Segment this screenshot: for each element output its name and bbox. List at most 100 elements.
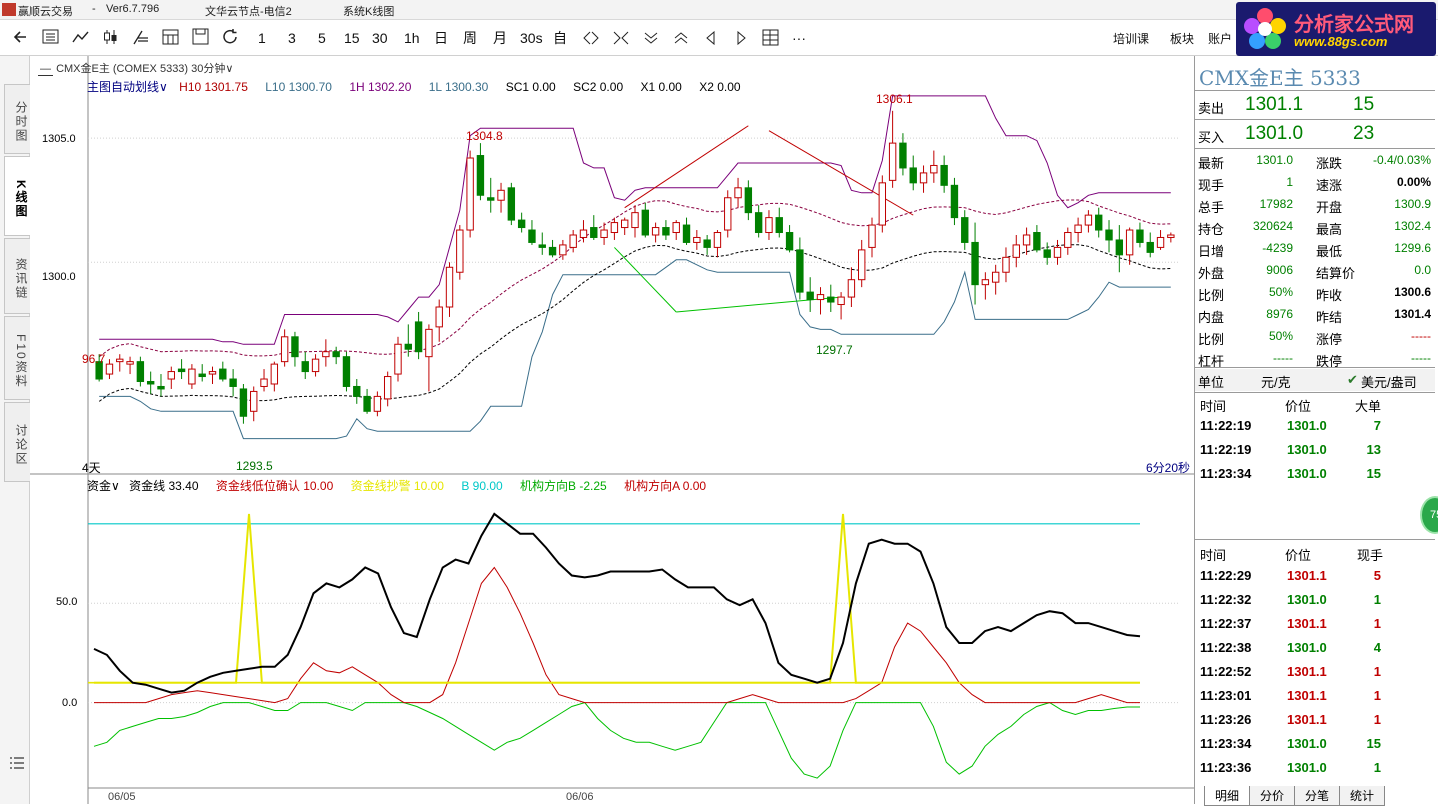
quote-value: -4239 — [1262, 241, 1293, 255]
line-chart-icon[interactable] — [72, 29, 90, 45]
tab-ticks[interactable]: 分笔 — [1294, 786, 1341, 806]
candle-body — [363, 395, 371, 412]
scroll-down-icon[interactable] — [642, 30, 660, 46]
menu-account[interactable]: 账户 — [1208, 30, 1232, 47]
quote-value: 8976 — [1266, 307, 1293, 321]
period-5min[interactable]: 5 — [318, 29, 326, 47]
bid-price: 1301.0 — [1245, 123, 1304, 144]
unit-value[interactable]: 元/克 — [1261, 372, 1291, 391]
quote-label: 最新 — [1198, 156, 1225, 171]
tab-price-dist[interactable]: 分价 — [1249, 786, 1296, 806]
candle-body — [414, 321, 423, 353]
candle-body — [703, 239, 711, 248]
period-3min[interactable]: 3 — [288, 29, 296, 47]
period-30s[interactable]: 30s — [520, 29, 543, 47]
refresh-icon[interactable] — [222, 28, 240, 46]
scroll-up-icon[interactable] — [672, 30, 690, 46]
quote-label: 总手 — [1198, 200, 1225, 215]
candle-body — [167, 371, 175, 380]
tab-discussion[interactable]: 讨论区 — [4, 402, 30, 482]
period-day[interactable]: 日 — [434, 29, 448, 47]
menu-training[interactable]: 培训课 — [1113, 30, 1149, 47]
more-icon[interactable]: ··· — [792, 29, 806, 47]
tab-timeshare[interactable]: 分时图 — [4, 84, 30, 154]
candle-body — [280, 336, 289, 363]
kline-chart[interactable] — [30, 56, 1194, 804]
period-selector[interactable]: 30分钟 — [191, 63, 225, 75]
zoom-out-icon[interactable] — [612, 30, 630, 46]
quote-label: 持仓 — [1198, 222, 1225, 237]
period-custom[interactable]: 自 — [553, 29, 567, 47]
sub-indicator-selector[interactable]: 资金 — [87, 479, 111, 493]
candle-body — [775, 217, 783, 234]
candle-body — [538, 244, 546, 248]
tab-kline[interactable]: K线图 — [4, 156, 30, 236]
candle-body — [270, 363, 279, 385]
candle-body — [754, 212, 763, 234]
quote-value: 320624 — [1252, 219, 1293, 233]
app-icon — [2, 3, 16, 16]
list-view-icon[interactable] — [42, 29, 60, 45]
period-15min[interactable]: 15 — [344, 29, 360, 47]
quote-row: 最新 1301.0 涨跌 -0.4/0.03% — [1195, 150, 1435, 172]
next-icon[interactable] — [732, 30, 750, 46]
tick-price: 1301.0 — [1287, 760, 1327, 775]
chart-area[interactable]: — CMX金E主 (COMEX 5333) 30分钟∨ 主图自动划线∨ H10 … — [30, 56, 1194, 804]
list-icon[interactable] — [9, 756, 25, 770]
quote-label: 外盘 — [1198, 266, 1225, 281]
candle-body — [888, 142, 897, 181]
draw-icon[interactable] — [132, 28, 150, 46]
candle-body — [672, 222, 680, 234]
quote-label: 涨跌 — [1316, 156, 1343, 171]
grid-icon[interactable] — [162, 28, 180, 46]
period-week[interactable]: 周 — [463, 29, 477, 47]
unit-row: 单位 元/克 ✔ 美元/盎司 — [1195, 369, 1435, 391]
tick-price: 1301.0 — [1287, 592, 1327, 607]
indicator-selector[interactable]: 主图自动划线 — [87, 80, 159, 94]
period-month[interactable]: 月 — [493, 29, 507, 47]
candle-body — [177, 368, 186, 373]
tab-stats[interactable]: 统计 — [1339, 786, 1386, 806]
period-1min[interactable]: 1 — [258, 29, 266, 47]
order-qty: 7 — [1373, 418, 1381, 433]
candle-body — [1125, 229, 1134, 256]
period-30min[interactable]: 30 — [372, 29, 388, 47]
candle-icon[interactable] — [102, 28, 120, 46]
tab-news[interactable]: 资讯链 — [4, 238, 30, 314]
quote-label: 速涨 — [1316, 178, 1343, 193]
param-sc2: SC2 0.00 — [573, 80, 624, 94]
quote-label: 涨停 — [1316, 332, 1343, 347]
candle-body — [1146, 241, 1154, 253]
tab-f10[interactable]: F10资料 — [4, 316, 30, 400]
candle-body — [219, 368, 227, 380]
countdown-note: 6分20秒 — [1146, 461, 1191, 475]
prev-icon[interactable] — [702, 30, 720, 46]
quote-value: 1299.6 — [1394, 241, 1431, 255]
site-logo: 分析家公式网 www.88gs.com — [1236, 2, 1436, 56]
candle-body — [991, 271, 1000, 283]
price-mark-high2: 1306.1 — [876, 92, 913, 106]
zoom-in-icon[interactable] — [582, 30, 600, 46]
candle-body — [445, 266, 454, 308]
detail-tabs: 明细 分价 分笔 统计 — [1204, 786, 1386, 806]
contract-label[interactable]: — CMX金E主 (COMEX 5333) 30分钟∨ — [38, 60, 233, 76]
back-arrow-icon[interactable] — [12, 28, 30, 46]
tick-qty: 4 — [1373, 640, 1381, 655]
date-label-0606: 06/06 — [566, 791, 594, 803]
save-icon[interactable] — [192, 28, 210, 46]
candle-body — [610, 222, 619, 234]
tick-time: 11:22:52 — [1200, 664, 1252, 679]
tick-qty: 1 — [1373, 688, 1381, 703]
layout-icon[interactable] — [762, 29, 780, 47]
period-1h[interactable]: 1h — [404, 29, 420, 47]
candle-body — [383, 376, 392, 400]
tick-price: 1301.0 — [1287, 736, 1327, 751]
candle-body — [651, 227, 660, 236]
menu-sector[interactable]: 板块 — [1170, 30, 1194, 47]
candle-body — [105, 363, 114, 375]
candle-body — [198, 373, 206, 378]
unit-alt-toggle[interactable]: 美元/盎司 — [1361, 372, 1417, 391]
tab-detail[interactable]: 明细 — [1204, 786, 1251, 806]
candle-body — [641, 209, 649, 236]
tick-price: 1301.1 — [1287, 712, 1327, 727]
